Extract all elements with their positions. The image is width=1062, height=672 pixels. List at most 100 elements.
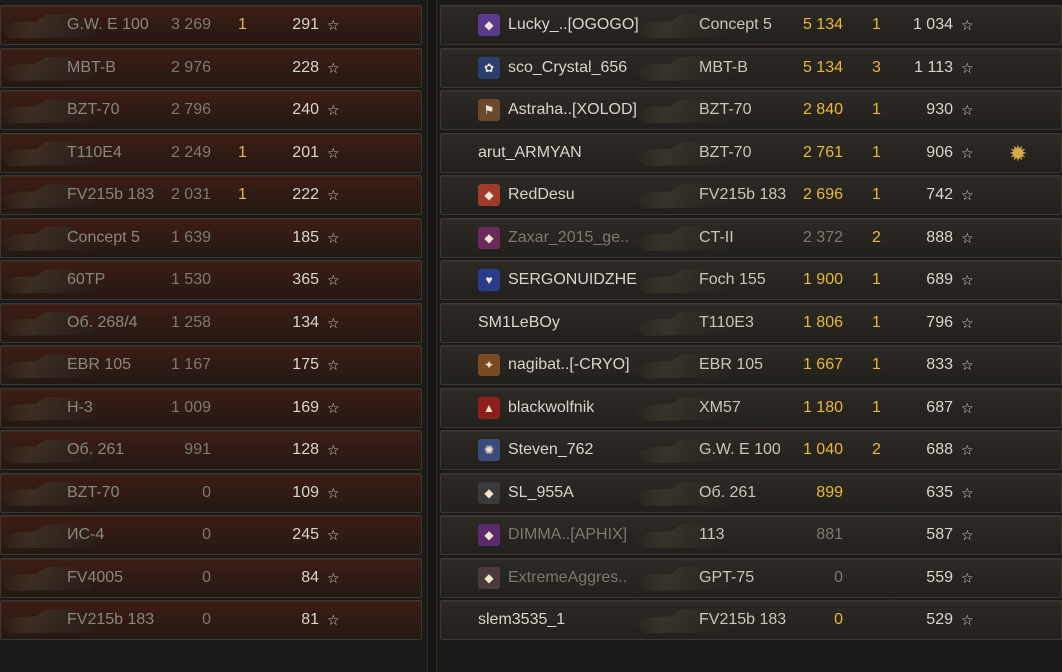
damage-value: 3 269 bbox=[170, 16, 211, 33]
damage-value: 2 976 bbox=[170, 58, 211, 76]
star-icon: ☆ bbox=[961, 272, 974, 288]
xp-value: 1 034 bbox=[912, 16, 953, 33]
player-name[interactable]: sco_Crystal_656 bbox=[508, 49, 627, 87]
star-icon: ☆ bbox=[961, 314, 974, 331]
left-player-row[interactable]: FV4005 0 84 ☆ bbox=[0, 557, 422, 598]
star-icon: ☆ bbox=[961, 399, 974, 416]
kills-value: 1 bbox=[238, 186, 247, 203]
xp-value: 529 bbox=[926, 611, 953, 628]
kills-value: 1 bbox=[872, 356, 881, 373]
left-player-row[interactable]: G.W. E 100 3 269 1 291 ☆ bbox=[0, 5, 422, 45]
damage-value: 5 134 bbox=[802, 16, 843, 33]
left-player-row[interactable]: Concept 5 1 639 185 ☆ bbox=[0, 217, 422, 258]
vehicle-name: XM57 bbox=[699, 398, 741, 416]
player-name[interactable]: RedDesu bbox=[508, 176, 575, 214]
left-player-row[interactable]: H-3 1 009 169 ☆ bbox=[0, 387, 422, 428]
star-icon: ☆ bbox=[327, 272, 340, 288]
left-player-row[interactable]: FV215b 183 0 81 ☆ bbox=[0, 600, 422, 640]
right-player-row[interactable]: ✿ sco_Crystal_656 MBT-B 5 134 3 1 113 ☆ bbox=[440, 47, 1062, 88]
xp-value: 930 bbox=[926, 101, 953, 118]
player-name[interactable]: Steven_762 bbox=[508, 431, 593, 469]
clan-badge-icon: ✦ bbox=[478, 354, 500, 376]
vehicle-name: Concept 5 bbox=[67, 228, 140, 246]
damage-value: 1 167 bbox=[170, 356, 211, 373]
damage-value: 1 530 bbox=[170, 271, 211, 288]
right-player-row[interactable]: ▲ blackwolfnik XM57 1 180 1 687 ☆ bbox=[440, 387, 1062, 428]
vehicle-name: EBR 105 bbox=[67, 356, 132, 373]
player-name[interactable]: blackwolfnik bbox=[508, 389, 594, 427]
left-player-row[interactable]: Об. 268/4 1 258 134 ☆ bbox=[0, 302, 422, 343]
right-player-row[interactable]: ♥ SERGONUIDZHE Foch 155 1 900 1 689 ☆ bbox=[440, 260, 1062, 300]
left-player-row[interactable]: BZT-70 2 796 240 ☆ bbox=[0, 90, 422, 130]
xp-value: 587 bbox=[926, 526, 953, 543]
star-icon: ☆ bbox=[961, 527, 974, 543]
player-name[interactable]: Zaxar_2015_ge.. bbox=[508, 219, 629, 257]
left-player-row[interactable]: 60TP 1 530 365 ☆ bbox=[0, 260, 422, 300]
kills-value: 1 bbox=[238, 16, 247, 33]
kills-value: 3 bbox=[872, 58, 881, 76]
left-player-row[interactable]: EBR 105 1 167 175 ☆ bbox=[0, 345, 422, 385]
xp-value: 201 bbox=[292, 143, 319, 161]
xp-value: 134 bbox=[292, 313, 319, 331]
star-icon: ☆ bbox=[327, 144, 340, 161]
right-player-row[interactable]: slem3535_1 FV215b 183 0 529 ☆ bbox=[440, 600, 1062, 640]
clan-badge-icon: ◆ bbox=[478, 226, 500, 249]
vehicle-name: EBR 105 bbox=[699, 356, 764, 373]
xp-value: 688 bbox=[926, 441, 953, 458]
right-player-row[interactable]: ✺ Steven_762 G.W. E 100 1 040 2 688 ☆ bbox=[440, 430, 1062, 470]
xp-value: 245 bbox=[292, 526, 319, 543]
kills-value: 2 bbox=[872, 441, 881, 458]
player-name[interactable]: ExtremeAggres.. bbox=[508, 559, 627, 597]
player-name[interactable]: SERGONUIDZHE bbox=[508, 261, 637, 299]
vehicle-name: FV215b 183 bbox=[67, 186, 155, 203]
vehicle-name: BZT-70 bbox=[699, 143, 752, 161]
left-player-row[interactable]: T110E4 2 249 1 201 ☆ bbox=[0, 132, 422, 173]
xp-value: 635 bbox=[926, 483, 953, 501]
damage-value: 1 009 bbox=[170, 398, 211, 416]
star-icon: ☆ bbox=[961, 569, 974, 586]
damage-value: 2 840 bbox=[802, 101, 843, 118]
right-player-row[interactable]: ◆ DIMMA..[APHIX] 113 881 587 ☆ bbox=[440, 515, 1062, 555]
player-name[interactable]: Astraha..[XOLOD] bbox=[508, 91, 637, 129]
damage-value: 0 bbox=[202, 611, 211, 628]
vehicle-name: BZT-70 bbox=[67, 101, 120, 118]
player-name[interactable]: SL_955A bbox=[508, 474, 574, 512]
left-player-row[interactable]: ИС-4 0 245 ☆ bbox=[0, 515, 422, 555]
right-player-row[interactable]: SM1LeBOy T110E3 1 806 1 796 ☆ bbox=[440, 302, 1062, 343]
player-name[interactable]: Lucky_..[OGOGO] bbox=[508, 6, 639, 44]
kills-value: 1 bbox=[872, 271, 881, 288]
player-name[interactable]: DIMMA..[APHIX] bbox=[508, 516, 627, 554]
right-player-row[interactable]: ◆ RedDesu FV215b 183 2 696 1 742 ☆ bbox=[440, 175, 1062, 215]
right-player-row[interactable]: ◆ SL_955A Об. 261 899 635 ☆ bbox=[440, 472, 1062, 513]
right-player-row[interactable]: ✦ nagibat..[-CRYO] EBR 105 1 667 1 833 ☆ bbox=[440, 345, 1062, 385]
vehicle-name: Concept 5 bbox=[699, 16, 772, 33]
vehicle-name: G.W. E 100 bbox=[67, 16, 149, 33]
player-name[interactable]: slem3535_1 bbox=[478, 601, 565, 639]
kills-value: 1 bbox=[238, 143, 247, 161]
player-name[interactable]: SM1LeBOy bbox=[478, 304, 560, 342]
left-player-row[interactable]: Об. 261 991 128 ☆ bbox=[0, 430, 422, 470]
right-player-row[interactable]: ◆ Zaxar_2015_ge.. CT-II 2 372 2 888 ☆ bbox=[440, 217, 1062, 258]
xp-value: 906 bbox=[926, 143, 953, 161]
left-player-row[interactable]: FV215b 183 2 031 1 222 ☆ bbox=[0, 175, 422, 215]
damage-value: 0 bbox=[202, 483, 211, 501]
left-player-row[interactable]: BZT-70 0 109 ☆ bbox=[0, 472, 422, 513]
vehicle-name: T110E3 bbox=[699, 313, 754, 331]
clan-badge-icon: ♥ bbox=[478, 269, 500, 291]
xp-value: 81 bbox=[301, 611, 319, 628]
left-player-row[interactable]: MBT-B 2 976 228 ☆ bbox=[0, 47, 422, 88]
damage-value: 2 249 bbox=[170, 143, 211, 161]
right-player-row[interactable]: ◆ Lucky_..[OGOGO] Concept 5 5 134 1 1 034 ☆ bbox=[440, 5, 1062, 45]
right-player-row[interactable]: arut_ARMYAN BZT-70 2 761 1 906 ☆ ✹ bbox=[440, 132, 1062, 173]
player-name[interactable]: arut_ARMYAN bbox=[478, 134, 582, 172]
player-name[interactable]: nagibat..[-CRYO] bbox=[508, 346, 630, 384]
xp-value: 84 bbox=[301, 568, 319, 586]
xp-value: 687 bbox=[926, 398, 953, 416]
star-icon: ☆ bbox=[961, 144, 974, 161]
clan-badge-icon: ✿ bbox=[478, 56, 500, 79]
damage-value: 1 806 bbox=[802, 313, 843, 331]
star-icon: ☆ bbox=[961, 442, 974, 458]
right-player-row[interactable]: ⚑ Astraha..[XOLOD] BZT-70 2 840 1 930 ☆ bbox=[440, 90, 1062, 130]
right-player-row[interactable]: ◆ ExtremeAggres.. GPT-75 0 559 ☆ bbox=[440, 557, 1062, 598]
damage-value: 2 372 bbox=[802, 228, 843, 246]
